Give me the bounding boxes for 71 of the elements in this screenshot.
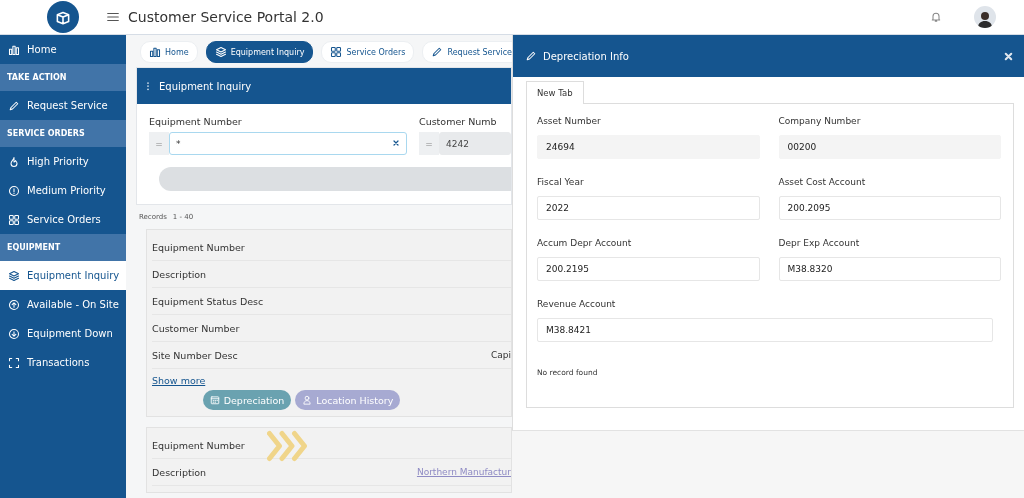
sidebar-item[interactable]: Available - On Site xyxy=(0,290,126,319)
grid-icon xyxy=(330,46,343,58)
record-field-label: Equipment Number xyxy=(152,439,245,451)
field-label: Equipment Number xyxy=(149,116,243,127)
pencil-icon xyxy=(431,46,444,58)
avatar[interactable] xyxy=(974,6,996,28)
sidebar-item[interactable]: Transactions xyxy=(0,348,126,377)
field-label: Depr Exp Account xyxy=(778,238,861,248)
record-field-label: Customer Number xyxy=(152,322,240,334)
nav-tab[interactable]: Home xyxy=(140,41,198,63)
input-field[interactable]: 24694 xyxy=(537,135,760,159)
arrow-up-circle-icon xyxy=(8,298,20,311)
pencil-icon xyxy=(8,99,20,112)
close-button[interactable] xyxy=(1003,50,1014,62)
sidebar-item[interactable]: Equipment Inquiry xyxy=(0,261,126,290)
sidebar-item[interactable]: Request Service xyxy=(0,91,126,120)
layers-icon xyxy=(8,269,20,282)
field-label: Revenue Account xyxy=(537,299,617,309)
sidebar-item[interactable]: Equipment Down xyxy=(0,319,126,348)
input-field[interactable]: M38.8320 xyxy=(778,257,1001,281)
field-label: Company Number xyxy=(778,116,862,126)
sidebar-section-header: TAKE ACTION xyxy=(0,64,126,91)
logo-icon[interactable] xyxy=(47,1,79,33)
app-title: Customer Service Portal 2.0 xyxy=(128,9,324,25)
sidebar-item[interactable]: Home xyxy=(0,35,126,64)
record-field-label: Description xyxy=(152,268,207,280)
nav-tab[interactable]: Request Service xyxy=(422,41,512,63)
sidebar-section-header: EQUIPMENT xyxy=(0,234,126,261)
close-icon xyxy=(1003,50,1014,62)
field-label: Asset Cost Account xyxy=(778,177,867,187)
panel-title: Depreciation Info xyxy=(543,50,629,62)
record-field-label: Equipment Status Desc xyxy=(152,295,264,307)
person-pin-icon xyxy=(302,395,313,405)
expand-icon xyxy=(8,356,20,369)
operator-label: = xyxy=(149,132,169,155)
calendar-icon xyxy=(209,395,220,405)
input-field[interactable]: M38.8421 xyxy=(537,318,993,342)
arrow-down-circle-icon xyxy=(8,327,20,340)
nav-tab[interactable]: Equipment Inquiry xyxy=(205,41,314,63)
nav-tab[interactable]: Service Orders xyxy=(321,41,415,63)
bar-chart-icon xyxy=(149,46,161,58)
sidebar-section-header: SERVICE ORDERS xyxy=(0,120,126,147)
pencil-icon xyxy=(525,50,537,62)
record-field-label: Equipment Number xyxy=(152,241,245,253)
field-label: Fiscal Year xyxy=(537,177,585,187)
sidebar-item[interactable]: High Priority xyxy=(0,147,126,176)
grid-icon xyxy=(8,213,20,226)
clear-icon xyxy=(392,139,400,147)
bell-icon xyxy=(930,11,942,23)
search-field[interactable]: * xyxy=(169,132,407,155)
card-title: Equipment Inquiry xyxy=(159,80,252,92)
alert-circle-icon xyxy=(8,184,20,197)
layers-icon xyxy=(214,46,227,58)
input-field[interactable]: 200.2095 xyxy=(778,196,1001,220)
sidebar-item[interactable]: Medium Priority xyxy=(0,176,126,205)
flame-icon xyxy=(8,155,20,168)
operator-label: = xyxy=(419,132,439,155)
input-field[interactable]: 2022 xyxy=(537,196,760,220)
record-field-label: Site Number Desc xyxy=(152,349,238,361)
bar-chart-icon xyxy=(8,43,20,56)
sidebar-item[interactable]: Service Orders xyxy=(0,205,126,234)
field-label: Accum Depr Account xyxy=(537,238,633,248)
field-label: Customer Numb xyxy=(419,116,498,127)
input-field[interactable]: 200.2195 xyxy=(537,257,760,281)
panel-tab[interactable]: New Tab xyxy=(526,81,584,104)
record-field-label: Description xyxy=(152,466,207,478)
input-field[interactable]: 00200 xyxy=(778,135,1001,159)
record-field-value: Capi xyxy=(491,350,511,360)
menu-icon xyxy=(106,10,120,24)
field-label: Asset Number xyxy=(537,116,602,126)
show-more-link[interactable]: Show more xyxy=(152,375,206,386)
